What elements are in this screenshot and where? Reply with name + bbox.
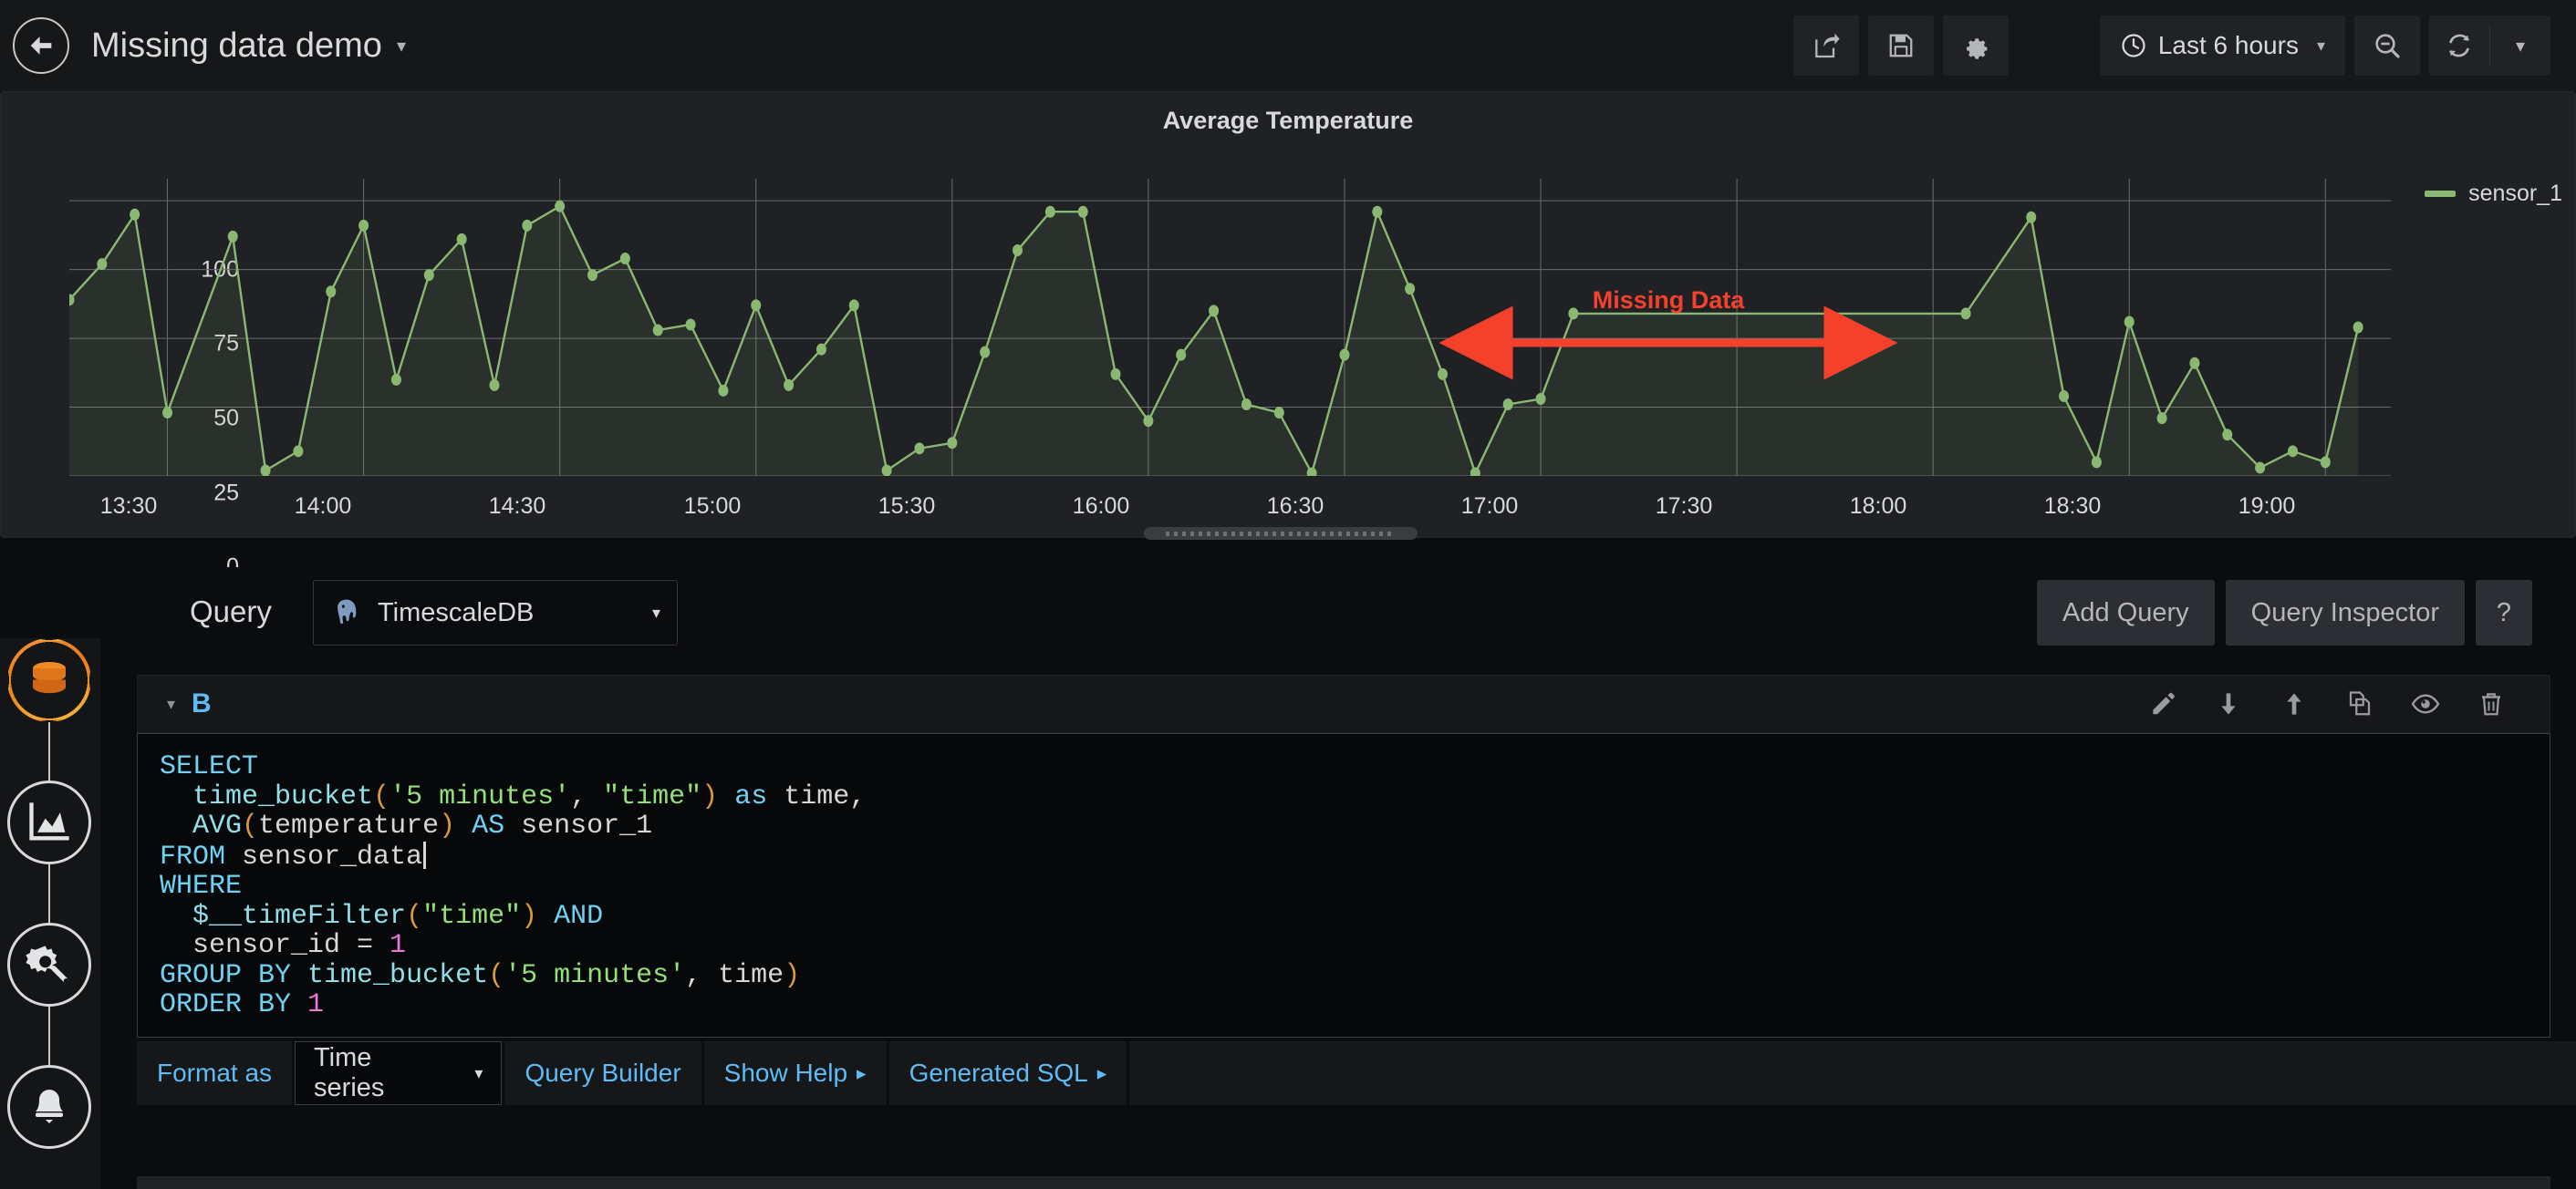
delete-query-button[interactable]: [2458, 675, 2524, 733]
generated-sql-arrow-icon: ▸: [1096, 1062, 1107, 1084]
missing-data-label: Missing Data: [1592, 286, 1745, 314]
dashboard-title: Missing data demo: [91, 26, 382, 65]
navbar-actions: Last 6 hours ▾ ▾: [1792, 16, 2550, 76]
show-help-label: Show Help: [723, 1059, 848, 1087]
refresh-interval-dropdown[interactable]: ▾: [2490, 16, 2550, 76]
datasource-caret: ▾: [651, 603, 660, 622]
graph-panel: Average Temperature 100 75 50 25 0 13:30…: [0, 91, 2576, 580]
toggle-query-visibility-button[interactable]: [2393, 675, 2458, 733]
database-icon: [33, 661, 66, 694]
query-row-actions: [2130, 675, 2524, 733]
x-tick-label: 18:00: [1849, 493, 1907, 519]
x-tick-label: 14:00: [294, 493, 352, 519]
query-row-header: ▾ B: [137, 675, 2550, 733]
postgres-elephant-icon: [338, 599, 357, 625]
back-button[interactable]: [13, 17, 69, 74]
format-as-label: Format as: [137, 1041, 293, 1105]
dashboard-title-caret[interactable]: ▾: [397, 35, 406, 57]
generated-sql-label: Generated SQL: [909, 1059, 1088, 1087]
x-tick-label: 15:30: [878, 493, 936, 519]
legend-color-swatch: [2425, 191, 2457, 197]
move-query-down-button[interactable]: [2196, 675, 2261, 733]
x-tick-label: 13:30: [99, 493, 158, 519]
area-chart-icon: [29, 802, 69, 841]
time-range-picker[interactable]: Last 6 hours ▾: [2099, 16, 2345, 76]
refresh-button[interactable]: [2429, 16, 2489, 76]
x-tick-label: 17:00: [1460, 493, 1519, 519]
bell-icon: [36, 1090, 63, 1123]
share-dashboard-button[interactable]: [1792, 16, 1859, 76]
arrow-down-icon: [2221, 693, 2236, 715]
clock-icon: [2122, 34, 2145, 57]
bottom-panel-strip: [137, 1176, 2550, 1189]
zoom-out-icon: [2375, 34, 2400, 58]
chart-legend: sensor_1: [2425, 181, 2562, 207]
save-dashboard-button[interactable]: [1867, 16, 1934, 76]
panel-resize-handle[interactable]: [1144, 527, 1418, 540]
top-navbar: Missing data demo ▾ Last 6 hours ▾ ▾: [0, 0, 2576, 91]
editor-sidebar: [0, 638, 100, 1189]
format-as-caret: ▾: [474, 1063, 483, 1082]
chart-area-fill: [69, 206, 2359, 476]
y-tick-label: 25: [213, 480, 239, 506]
share-icon: [1815, 33, 1840, 58]
format-toolbar-filler: [1129, 1041, 2576, 1105]
edit-query-button[interactable]: [2130, 675, 2196, 733]
query-editor-panel: Query TimescaleDB ▾ Add Query Query Insp…: [137, 567, 2576, 1189]
sidebar-item-visualization[interactable]: [7, 781, 91, 864]
x-tick-label: 16:00: [1072, 493, 1130, 519]
move-query-up-button[interactable]: [2261, 675, 2327, 733]
query-header-actions: Add Query Query Inspector ?: [2037, 580, 2532, 646]
gear-wrench-icon: [26, 946, 69, 984]
refresh-group: ▾: [2429, 16, 2550, 76]
x-tick-label: 18:30: [2043, 493, 2102, 519]
datasource-picker[interactable]: TimescaleDB ▾: [313, 580, 678, 646]
duplicate-query-button[interactable]: [2327, 675, 2393, 733]
refresh-caret: ▾: [2515, 36, 2526, 57]
save-icon: [1889, 34, 1913, 57]
query-format-toolbar: Format as Time series ▾ Query Builder Sh…: [137, 1041, 2576, 1105]
x-tick-label: 14:30: [488, 493, 546, 519]
query-section-label: Query: [190, 594, 272, 628]
query-builder-button[interactable]: Query Builder: [504, 1041, 701, 1105]
format-as-value: Time series: [314, 1043, 385, 1102]
sql-code-editor[interactable]: SELECT time_bucket('5 minutes', "time") …: [137, 733, 2550, 1038]
format-as-select[interactable]: Time series ▾: [295, 1041, 503, 1105]
query-inspector-button[interactable]: Query Inspector: [2225, 580, 2465, 646]
sidebar-item-data-source[interactable]: [7, 638, 91, 722]
x-tick-label: 16:30: [1266, 493, 1324, 519]
dashboard-settings-button[interactable]: [1942, 16, 2009, 76]
refresh-icon: [2449, 34, 2469, 57]
trash-icon: [2482, 693, 2500, 716]
time-range-label: Last 6 hours: [2157, 31, 2299, 59]
gear-icon: [1966, 38, 1988, 59]
query-help-button[interactable]: ?: [2476, 580, 2532, 646]
add-query-button[interactable]: Add Query: [2037, 580, 2215, 646]
generated-sql-button[interactable]: Generated SQL ▸: [888, 1041, 1127, 1105]
x-tick-label: 19:00: [2238, 493, 2296, 519]
pencil-icon: [2153, 692, 2175, 715]
query-refid-label[interactable]: B: [192, 688, 212, 719]
query-collapse-caret[interactable]: ▾: [167, 695, 175, 714]
chart-plot-area[interactable]: [69, 179, 2391, 476]
missing-data-arrow: [1439, 305, 1898, 380]
panel-title: Average Temperature: [1162, 107, 1414, 134]
back-arrow-icon: [30, 36, 52, 55]
x-tick-label: 17:30: [1655, 493, 1713, 519]
sidebar-item-general-settings[interactable]: [7, 923, 91, 1007]
show-help-arrow-icon: ▸: [857, 1062, 867, 1084]
x-tick-label: 15:00: [683, 493, 742, 519]
arrow-up-icon: [2287, 693, 2301, 715]
copy-icon: [2349, 691, 2371, 716]
time-range-caret: ▾: [2316, 36, 2325, 55]
query-editor-header: Query TimescaleDB ▾ Add Query Query Insp…: [162, 580, 2532, 651]
sidebar-item-alert[interactable]: [7, 1065, 91, 1149]
datasource-name: TimescaleDB: [378, 597, 535, 627]
show-help-button[interactable]: Show Help ▸: [703, 1041, 887, 1105]
eye-icon: [2411, 694, 2440, 714]
legend-series-label[interactable]: sensor_1: [2468, 181, 2562, 207]
zoom-out-time-button[interactable]: [2354, 16, 2420, 76]
